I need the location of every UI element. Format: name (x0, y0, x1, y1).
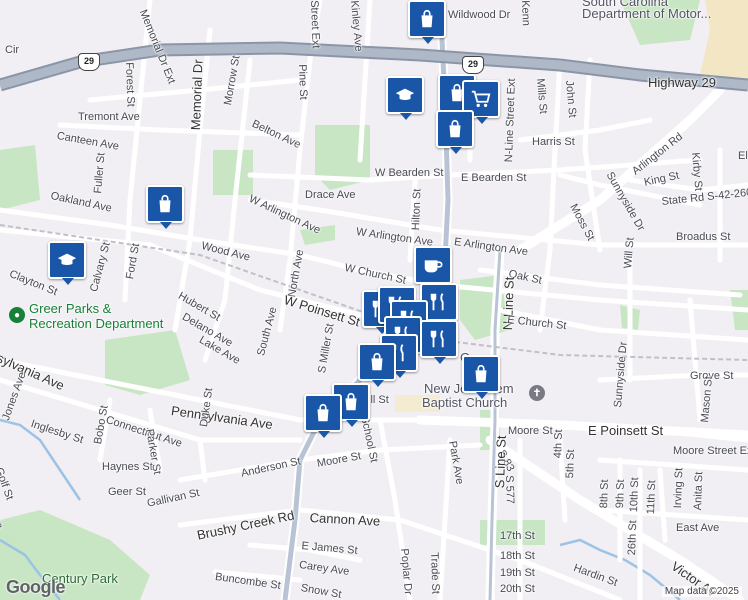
street-label: Irving St (672, 467, 686, 509)
street-label: Ell (738, 150, 748, 162)
street-label: Moore St (508, 425, 553, 437)
street-label: Harris St (532, 136, 575, 148)
street-label: Hilton St (410, 188, 424, 231)
street-label: Trade St (428, 552, 442, 595)
church-pin-icon[interactable]: ✝ (529, 385, 545, 401)
street-label: Wildwood Dr (448, 9, 511, 21)
shopping-bag-icon[interactable] (358, 343, 396, 387)
street-label: Memorial Dr (188, 59, 206, 131)
poi-label[interactable]: Baptist Church (422, 396, 507, 409)
street-label: Tremont Ave (78, 111, 140, 123)
street-label: 5th St (564, 449, 577, 479)
school-icon[interactable] (386, 76, 424, 120)
route-29-shield-west: 29 (78, 53, 100, 71)
shopping-bag-icon[interactable] (304, 394, 342, 438)
poi-label[interactable]: Greer Parks & (29, 302, 111, 315)
google-logo: Google (6, 577, 66, 597)
street-label: 17th St (500, 530, 535, 542)
shopping-bag-icon[interactable] (462, 355, 500, 399)
street-label: Anita St (692, 471, 706, 511)
park-area (0, 145, 40, 210)
street-label: 26th St (626, 520, 640, 556)
coffee-cup-icon[interactable] (414, 246, 452, 290)
street-label: 18th St (500, 550, 535, 562)
street-label: Geer St (108, 486, 146, 498)
street-label: 20th St (500, 583, 535, 595)
poi-label[interactable]: Department of Motor... (582, 7, 711, 20)
street-label: E Bearden St (461, 172, 527, 184)
street-label: Street Ext (308, 0, 322, 49)
park-pin-icon[interactable]: ● (9, 307, 25, 323)
street-label: East Ave (676, 522, 720, 534)
street-label: E Poinsett St (588, 423, 664, 438)
street-label: Cir (5, 44, 20, 56)
street-label: S 577 (503, 475, 517, 505)
street-label: Forest St (123, 62, 137, 108)
street-label: W Bearden St (375, 167, 444, 179)
street-label: Cannon Ave (309, 510, 381, 529)
map-attribution[interactable]: Map data ©2025 (661, 586, 742, 597)
restaurant-icon[interactable] (420, 320, 458, 364)
street-label: 11th St (645, 479, 659, 515)
route-29-shield-east: 29 (462, 56, 484, 74)
street-label: Drace Ave (305, 189, 356, 201)
street-label: 9th St (614, 479, 627, 509)
street-label: 4th St (552, 429, 565, 459)
street-label: Pine St (296, 64, 310, 100)
street-label: Broadus St (676, 231, 731, 243)
street-label: 10th St (628, 477, 642, 513)
map-canvas[interactable]: 29 29 Wildwood Dr Memorial Dr Ext Memori… (0, 0, 748, 600)
street-label: Moore Street Ext (673, 445, 748, 457)
school-icon[interactable] (48, 241, 86, 285)
shopping-bag-icon[interactable] (408, 0, 446, 44)
street-label: Haynes St (102, 461, 153, 473)
poinsett-east-route (415, 415, 748, 440)
street-label: Kenn (519, 0, 532, 27)
park-area (213, 150, 253, 195)
street-label: ill St (368, 394, 389, 406)
shopping-bag-icon[interactable] (146, 185, 184, 229)
highway-label: Highway 29 (648, 75, 716, 90)
poi-label[interactable]: Recreation Department (29, 317, 163, 330)
shopping-bag-icon[interactable] (436, 110, 474, 154)
street-label: 8th St (598, 479, 611, 509)
street-label: 19th St (500, 567, 535, 579)
